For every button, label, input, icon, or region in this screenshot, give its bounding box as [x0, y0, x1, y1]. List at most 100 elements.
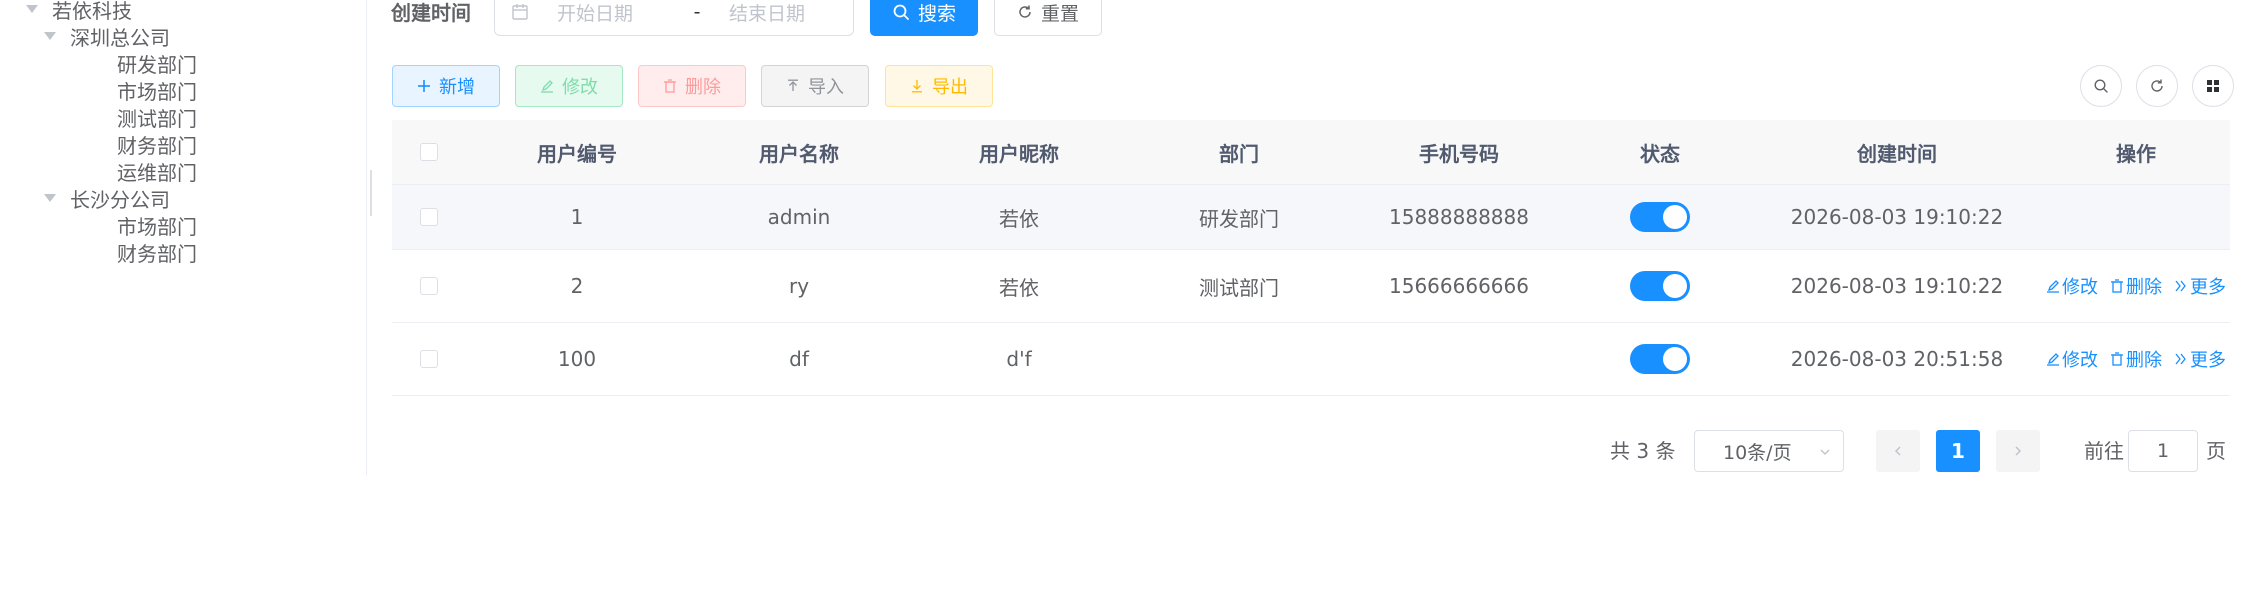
page-size-select[interactable]: 10条/页: [1694, 430, 1844, 472]
column-header[interactable]: 用户名称: [688, 120, 910, 184]
column-header[interactable]: 创建时间: [1752, 120, 2042, 184]
search-button[interactable]: 搜索: [870, 0, 978, 36]
add-button[interactable]: 新增: [392, 65, 500, 107]
row-more-link[interactable]: 更多: [2174, 346, 2226, 372]
table-header: 用户编号 用户名称 用户昵称 部门 手机号码 状态 创建时间 操作: [392, 120, 2230, 185]
row-delete-link[interactable]: 删除: [2110, 346, 2162, 372]
created-time-label: 创建时间: [391, 1, 471, 25]
cell-dept: 测试部门: [1199, 275, 1279, 300]
column-header[interactable]: 用户编号: [466, 120, 688, 184]
edit-icon: [541, 80, 553, 93]
export-button[interactable]: 导出: [885, 65, 993, 107]
next-page-button[interactable]: [1996, 430, 2040, 472]
refresh-icon: [2151, 79, 2163, 92]
double-arrow-right-icon: [2175, 353, 2186, 365]
end-date-input[interactable]: 结束日期: [729, 0, 805, 26]
caret-down-icon[interactable]: [44, 32, 56, 40]
row-checkbox[interactable]: [420, 277, 438, 295]
row-more-label: 更多: [2190, 277, 2226, 298]
table-row[interactable]: 2 ry 若依 测试部门 15666666666 2026-08-03 19:1…: [392, 250, 2230, 323]
status-switch[interactable]: [1630, 344, 1690, 374]
reset-button-label: 重置: [1040, 2, 1079, 25]
upload-icon: [788, 79, 798, 91]
chevron-left-icon: [1894, 446, 1901, 456]
status-switch[interactable]: [1630, 202, 1690, 232]
cell-created-time: 2026-08-03 20:51:58: [1790, 347, 2004, 371]
cell-nickname: 若依: [999, 206, 1039, 231]
row-more-link[interactable]: 更多: [2174, 273, 2226, 299]
cell-phone: 15888888888: [1389, 205, 1529, 229]
pane-splitter-handle[interactable]: [370, 170, 372, 216]
page-number-current[interactable]: 1: [1936, 430, 1980, 472]
cell-username: admin: [767, 205, 831, 229]
delete-button[interactable]: 删除: [638, 65, 746, 107]
caret-down-icon[interactable]: [44, 194, 56, 202]
row-edit-link[interactable]: 修改: [2046, 273, 2098, 299]
plus-icon: [418, 80, 430, 92]
double-arrow-right-icon: [2175, 280, 2186, 292]
row-delete-label: 删除: [2126, 350, 2162, 371]
column-header: 操作: [2116, 141, 2156, 166]
cell-nickname: d'f: [1006, 347, 1032, 371]
edit-icon: [2047, 353, 2059, 366]
cell-username: ry: [788, 274, 810, 298]
download-icon: [912, 80, 922, 93]
column-settings-button[interactable]: [2192, 65, 2234, 107]
edit-button[interactable]: 修改: [515, 65, 623, 107]
column-header[interactable]: 手机号码: [1350, 120, 1568, 184]
prev-page-button[interactable]: [1876, 430, 1920, 472]
cell-dept: 研发部门: [1199, 206, 1279, 231]
goto-label: 前往: [2084, 439, 2124, 463]
search-button-label: 搜索: [917, 2, 956, 25]
import-button[interactable]: 导入: [761, 65, 869, 107]
refresh-table-button[interactable]: [2136, 65, 2178, 107]
row-edit-link[interactable]: 修改: [2046, 346, 2098, 372]
row-checkbox[interactable]: [420, 208, 438, 226]
cell-dept: [1128, 323, 1350, 395]
refresh-icon: [1019, 5, 1031, 18]
row-delete-link[interactable]: 删除: [2110, 273, 2162, 299]
trash-icon: [2111, 352, 2123, 366]
add-button-label: 新增: [439, 77, 475, 98]
row-edit-label: 修改: [2062, 350, 2098, 371]
table-row[interactable]: 100 df d'f 2026-08-03 20:51:58 修改 删除 更多: [392, 323, 2230, 396]
cell-actions: [2042, 185, 2230, 249]
edit-icon: [2047, 280, 2059, 293]
tree-node-label: 财务部门: [117, 241, 197, 266]
export-button-label: 导出: [932, 77, 968, 98]
select-all-checkbox[interactable]: [420, 143, 438, 161]
date-range-picker[interactable]: 开始日期 - 结束日期: [494, 0, 854, 36]
start-date-input[interactable]: 开始日期: [557, 0, 677, 26]
column-header[interactable]: 状态: [1568, 120, 1752, 184]
page-size-value: 10条/页: [1723, 441, 1792, 464]
cell-user-id: 2: [570, 274, 584, 298]
goto-page-input[interactable]: 1: [2128, 430, 2198, 472]
row-more-label: 更多: [2190, 350, 2226, 371]
grid-icon: [2207, 80, 2219, 92]
pagination-total: 共 3 条: [1610, 439, 1676, 463]
row-delete-label: 删除: [2126, 277, 2162, 298]
cell-username: df: [789, 347, 809, 371]
chevron-right-icon: [2015, 446, 2022, 456]
import-button-label: 导入: [808, 77, 844, 98]
chevron-down-icon: [1820, 449, 1830, 455]
cell-phone: 15666666666: [1389, 274, 1529, 298]
cell-created-time: 2026-08-03 19:10:22: [1790, 274, 2004, 298]
column-header[interactable]: 用户昵称: [910, 120, 1128, 184]
cell-nickname: 若依: [999, 275, 1039, 300]
search-icon: [2094, 79, 2108, 93]
status-switch[interactable]: [1630, 271, 1690, 301]
caret-down-icon[interactable]: [26, 5, 38, 13]
reset-button[interactable]: 重置: [994, 0, 1102, 36]
table-row[interactable]: 1 admin 若依 研发部门 15888888888 2026-08-03 1…: [392, 185, 2230, 250]
row-checkbox[interactable]: [420, 350, 438, 368]
column-header[interactable]: 部门: [1128, 120, 1350, 184]
cell-user-id: 100: [557, 347, 597, 371]
cell-created-time: 2026-08-03 19:10:22: [1790, 205, 2004, 229]
toggle-search-button[interactable]: [2080, 65, 2122, 107]
cell-user-id: 1: [570, 205, 584, 229]
tree-node-dept[interactable]: 财务部门: [117, 234, 197, 270]
cell-actions: 修改 删除 更多: [2042, 250, 2230, 322]
dept-tree: 若依科技 深圳总公司 研发部门 市场部门 测试部门 财务部门 运维部门 长沙分公…: [0, 0, 367, 475]
cell-phone: [1350, 323, 1568, 395]
